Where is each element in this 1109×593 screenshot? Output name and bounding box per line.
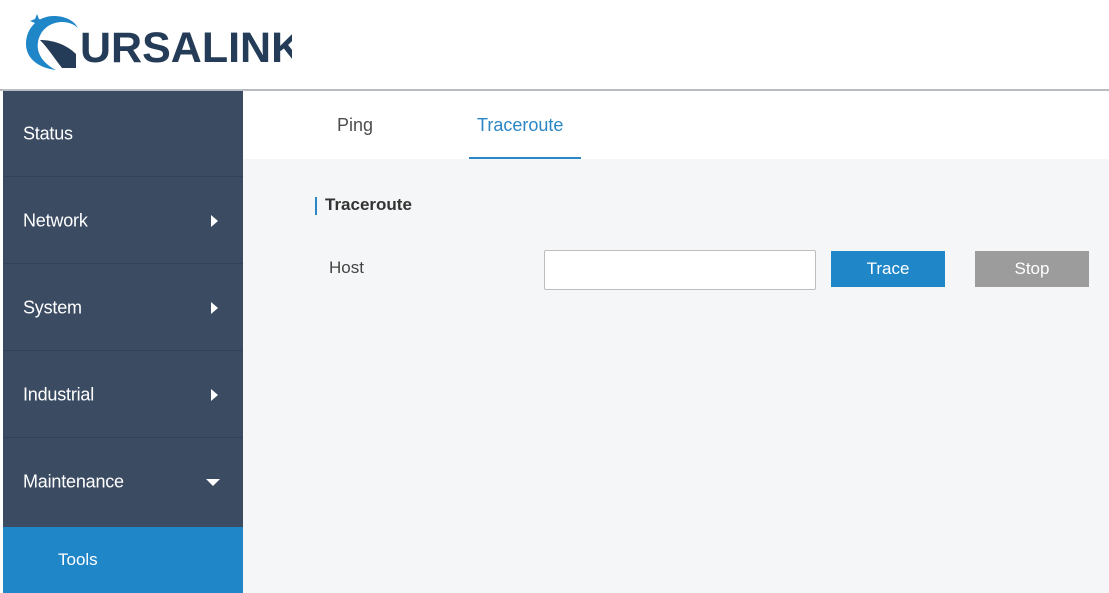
sidebar-item-label: Industrial (23, 384, 95, 404)
sidebar-item-system[interactable]: System (3, 265, 243, 351)
ursalink-logo: URSALINK (22, 6, 292, 74)
sidebar: Status Network System Industrial Mainten… (3, 91, 243, 593)
host-input[interactable] (544, 250, 816, 290)
sidebar-subitem-tools[interactable]: Tools (3, 527, 243, 593)
sidebar-item-label: Status (23, 123, 73, 143)
tab-bar: Ping Traceroute (243, 91, 1109, 159)
tab-ping[interactable]: Ping (337, 115, 373, 136)
sidebar-item-label: System (23, 297, 82, 317)
main-content: Ping Traceroute Traceroute Host Trace St… (243, 91, 1109, 593)
sidebar-item-industrial[interactable]: Industrial (3, 352, 243, 438)
svg-text:URSALINK: URSALINK (80, 24, 292, 72)
tab-traceroute[interactable]: Traceroute (477, 115, 563, 136)
sidebar-subitem-label: Tools (58, 550, 98, 569)
caret-right-icon (211, 214, 218, 227)
sidebar-item-label: Maintenance (23, 471, 124, 492)
caret-right-icon (211, 388, 218, 401)
caret-down-icon (206, 479, 220, 486)
active-tab-indicator (469, 157, 581, 159)
trace-button[interactable]: Trace (831, 251, 945, 287)
caret-right-icon (211, 301, 218, 314)
section-title: Traceroute (325, 195, 412, 214)
sidebar-item-network[interactable]: Network (3, 178, 243, 264)
sidebar-item-label: Network (23, 210, 88, 230)
header: URSALINK (0, 0, 1109, 91)
sidebar-item-status[interactable]: Status (3, 91, 243, 177)
sidebar-item-maintenance[interactable]: Maintenance (3, 439, 243, 525)
stop-button[interactable]: Stop (975, 251, 1089, 287)
host-label: Host (329, 258, 364, 277)
